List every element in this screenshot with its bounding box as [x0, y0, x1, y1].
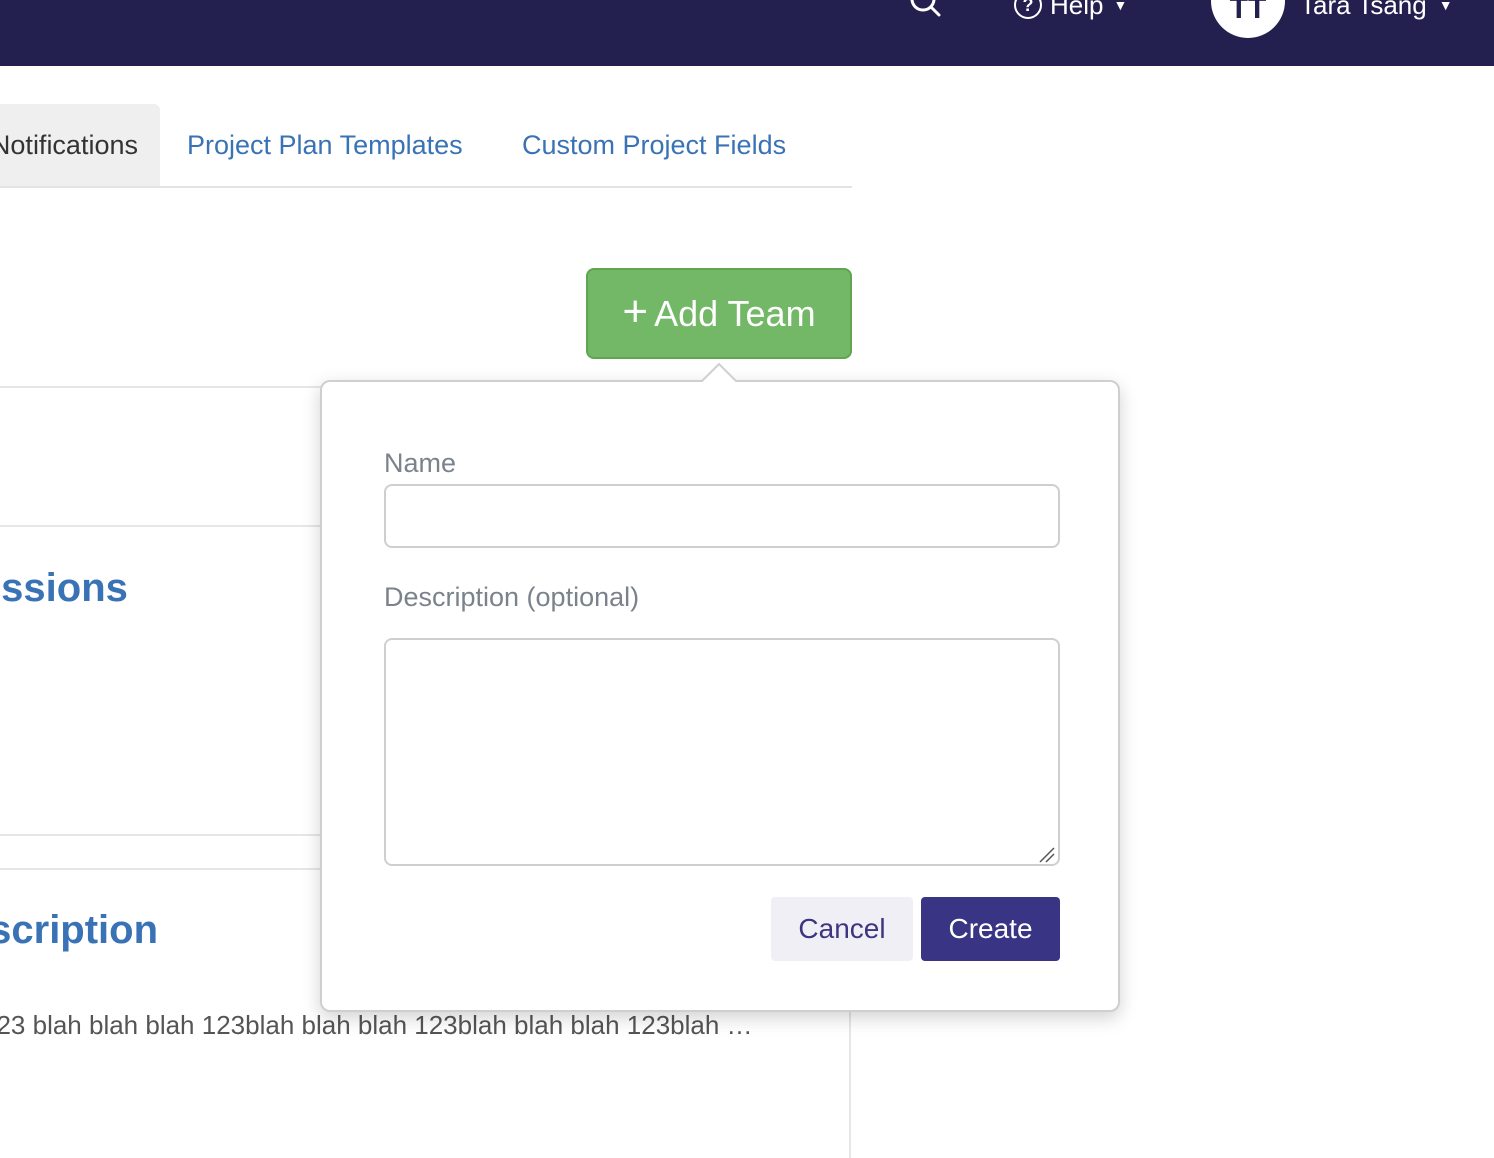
add-team-button[interactable]: + Add Team	[586, 268, 852, 359]
create-button[interactable]: Create	[921, 897, 1060, 961]
top-navbar: ? Help ▼ TT Tara Tsang ▼	[0, 0, 1494, 66]
description-label: Description (optional)	[384, 582, 640, 612]
divider	[0, 525, 330, 527]
resize-handle-icon[interactable]	[1038, 846, 1056, 864]
avatar[interactable]: TT	[1211, 0, 1285, 38]
plus-icon: +	[622, 286, 649, 336]
chevron-down-icon: ▼	[1438, 0, 1453, 13]
name-input[interactable]	[384, 484, 1060, 548]
section-heading-permissions: Permissions	[0, 566, 128, 610]
divider	[0, 868, 330, 870]
tab-label: Notifications	[0, 129, 138, 160]
page: ? Help ▼ TT Tara Tsang ▼ Notifications P…	[0, 0, 1494, 1158]
search-icon[interactable]	[908, 0, 942, 20]
user-menu[interactable]: Tara Tsang ▼	[1300, 0, 1453, 22]
description-text: 123 blah blah blah 123blah blah blah 123…	[0, 1010, 753, 1040]
tab-project-plan-templates[interactable]: Project Plan Templates	[187, 104, 463, 186]
divider	[0, 386, 330, 388]
settings-tabs: Notifications Project Plan Templates Cus…	[0, 104, 852, 188]
cancel-button[interactable]: Cancel	[771, 897, 913, 961]
divider	[0, 834, 330, 836]
help-label: Help	[1050, 0, 1104, 20]
add-team-label: Add Team	[654, 292, 816, 334]
help-menu[interactable]: ? Help ▼	[1014, 0, 1127, 22]
name-label: Name	[384, 448, 457, 478]
section-heading-description: Description	[0, 908, 159, 952]
add-team-popover: Name Description (optional) Cancel Creat…	[320, 380, 1120, 1012]
help-icon: ?	[1014, 0, 1042, 19]
popover-arrow	[701, 362, 737, 382]
chevron-down-icon: ▼	[1113, 0, 1128, 13]
user-name: Tara Tsang	[1300, 0, 1427, 20]
description-textarea[interactable]	[384, 638, 1060, 866]
tab-notifications[interactable]: Notifications	[0, 104, 160, 186]
tab-label: Project Plan Templates	[187, 129, 463, 160]
panel-border	[849, 1008, 851, 1158]
tab-custom-project-fields[interactable]: Custom Project Fields	[522, 104, 786, 186]
tab-label: Custom Project Fields	[522, 129, 787, 160]
